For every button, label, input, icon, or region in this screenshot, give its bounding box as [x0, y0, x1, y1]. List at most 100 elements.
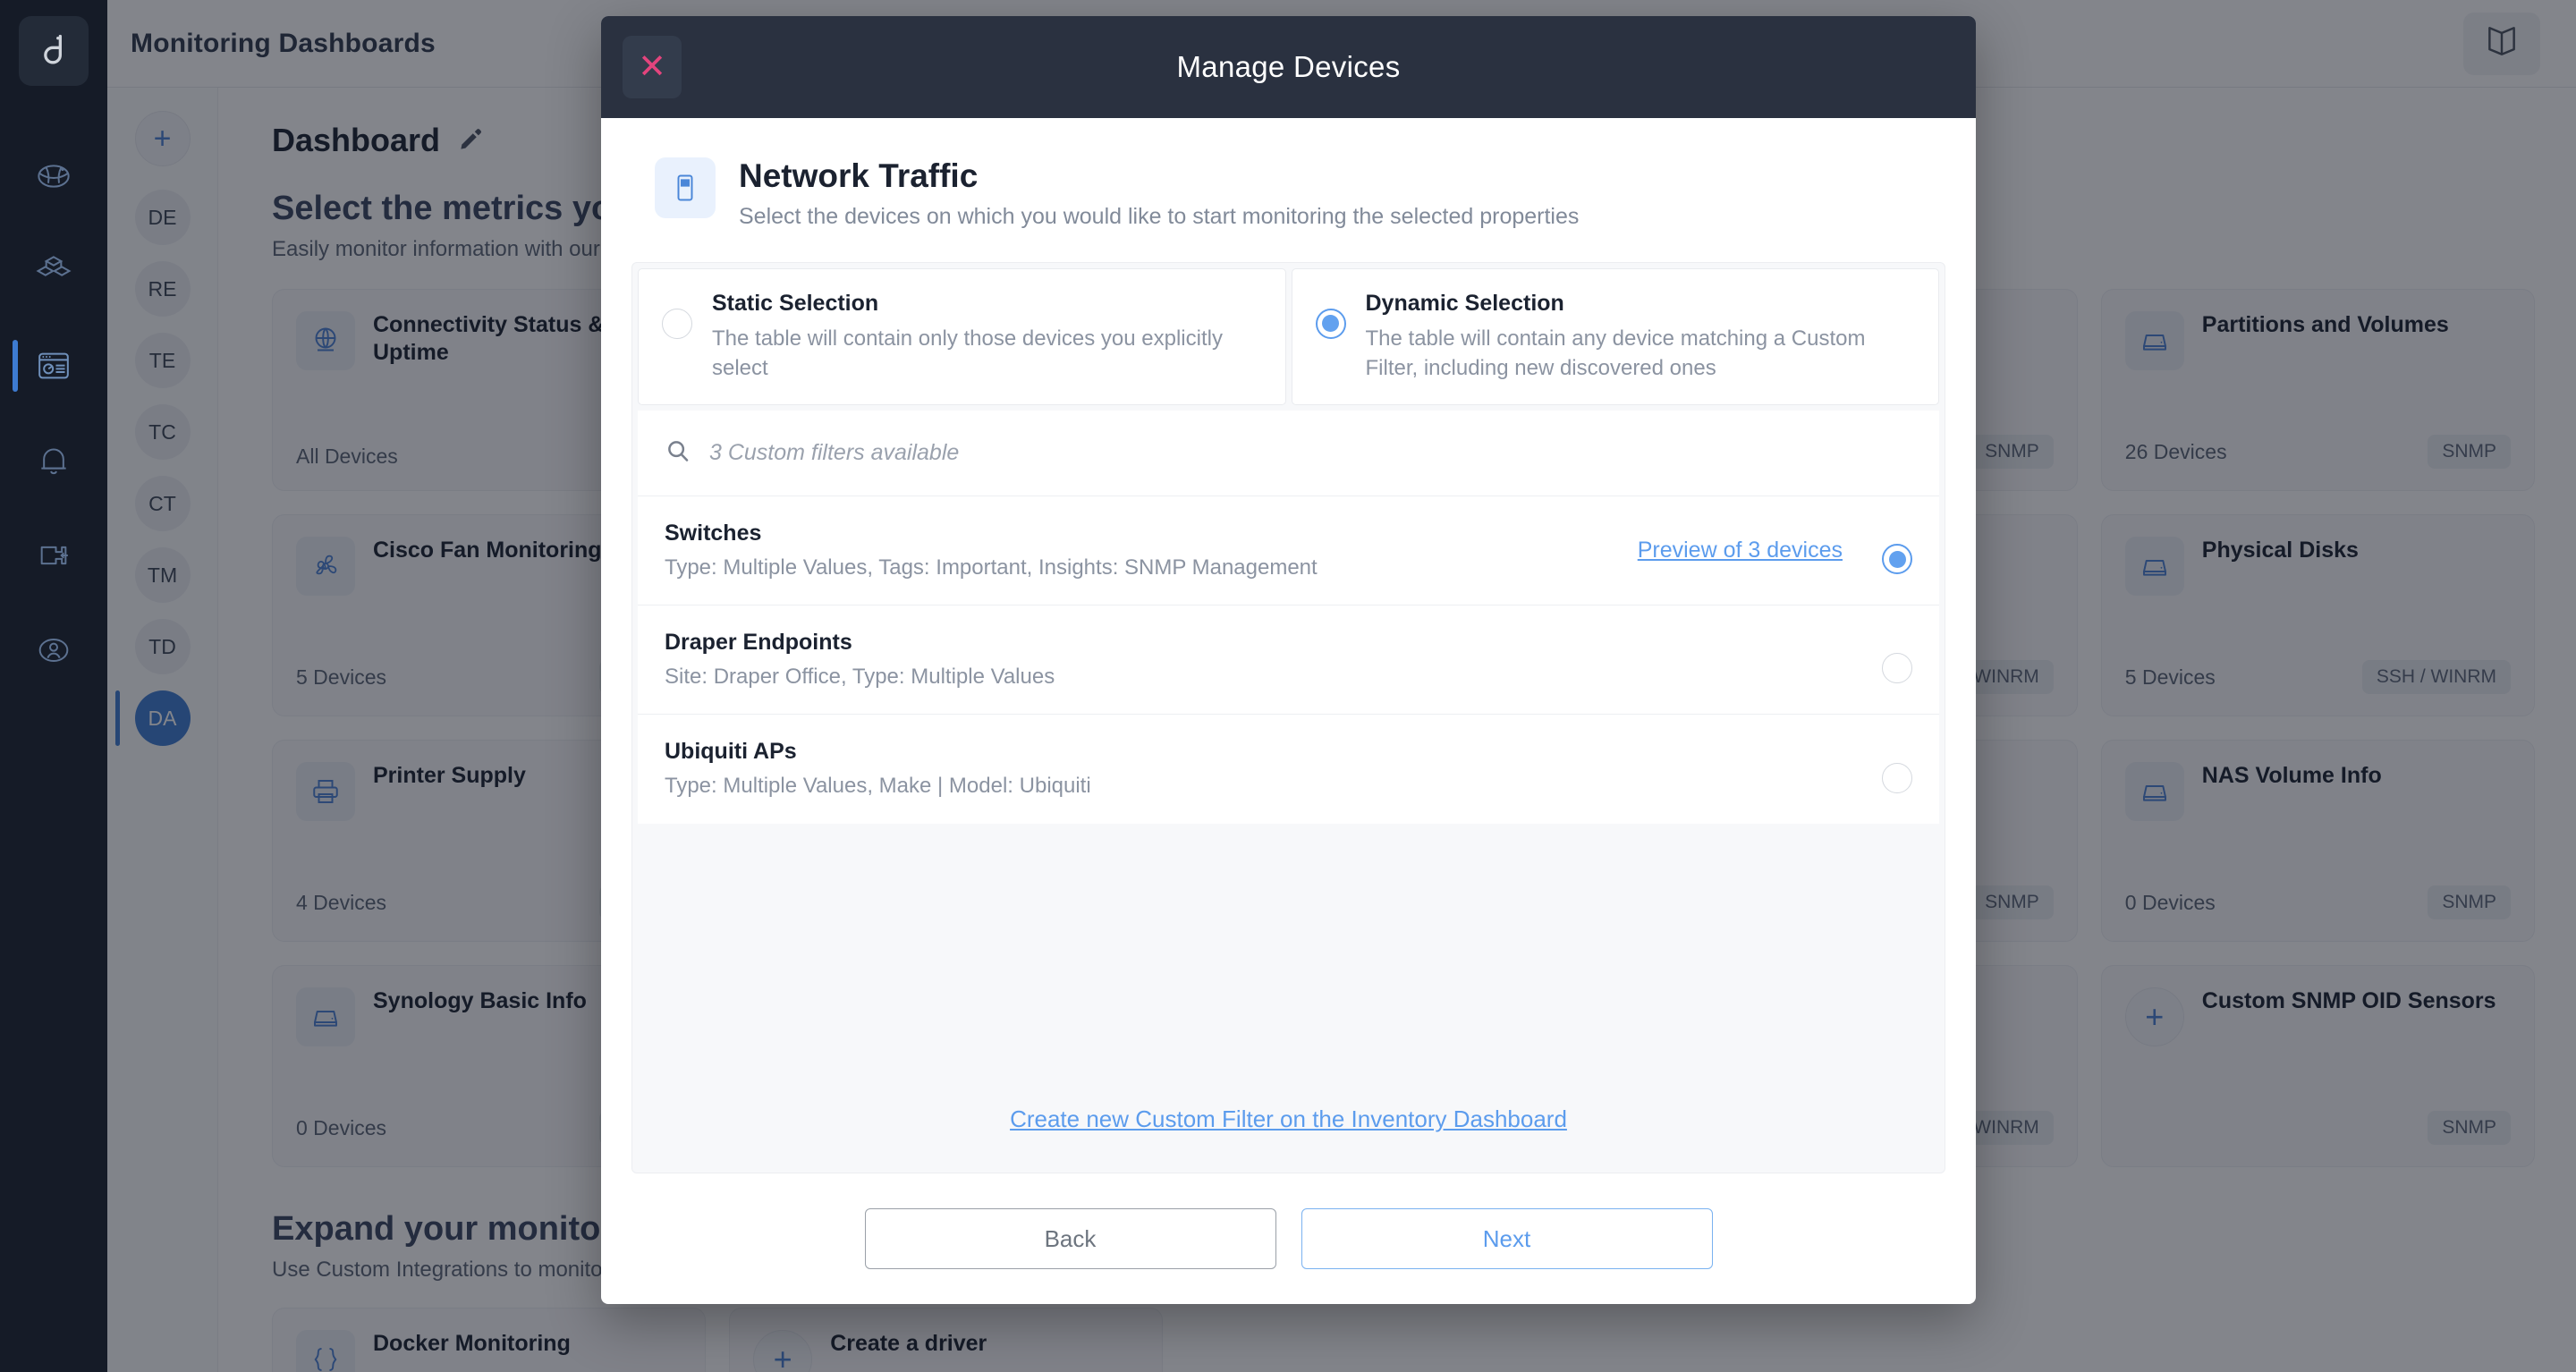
- filter-search-bar[interactable]: [638, 410, 1939, 496]
- selection-mode-label: Static Selection: [712, 290, 879, 316]
- dashboard-avatar-ct[interactable]: CT: [134, 476, 191, 531]
- filter-meta: Type: Multiple Values, Make | Model: Ubi…: [665, 774, 1091, 799]
- dashboard-avatar-da[interactable]: DA: [114, 690, 191, 746]
- metric-card-name: Synology Basic Info: [373, 988, 587, 1013]
- selection-mode-row: Static Selection The table will contain …: [632, 263, 1945, 411]
- metric-card[interactable]: Partitions and Volumes 26 Devices SNMP: [2100, 289, 2535, 491]
- dashboard-avatar-tm[interactable]: TM: [134, 547, 191, 603]
- expand-card[interactable]: + Create a driver: [729, 1308, 1164, 1372]
- radio-filter-ubiquiti-aps[interactable]: [1882, 762, 1912, 793]
- modal-title: Manage Devices: [1176, 50, 1401, 83]
- modal-footer: Back Next: [601, 1173, 1976, 1304]
- dashboard-icon: [36, 348, 72, 384]
- product-description: Select the devices on which you would li…: [739, 203, 1580, 229]
- disk-icon: [2124, 311, 2184, 370]
- metric-card-devices: 5 Devices: [2124, 665, 2216, 689]
- metric-card-name: Physical Disks: [2201, 538, 2359, 563]
- disk-icon: [296, 987, 355, 1046]
- dashboard-avatar-re[interactable]: RE: [134, 261, 191, 317]
- radio-filter-switches[interactable]: [1882, 544, 1912, 575]
- metric-card-name: Printer Supply: [373, 763, 526, 788]
- book-icon: [2483, 22, 2521, 64]
- metric-card-tag: SNMP: [2428, 1111, 2511, 1145]
- custom-filter-list: Switches Type: Multiple Values, Tags: Im…: [638, 495, 1939, 824]
- nav-item-dashboards[interactable]: [0, 318, 107, 413]
- metric-card-devices: All Devices: [296, 445, 398, 468]
- metric-card-devices: 26 Devices: [2124, 439, 2227, 463]
- globe-network-icon: [36, 158, 72, 194]
- disk-icon: [2124, 762, 2184, 821]
- search-input[interactable]: [709, 439, 1912, 466]
- nav-item-account[interactable]: [0, 603, 107, 698]
- selection-mode-label: Dynamic Selection: [1365, 290, 1564, 316]
- metric-card-tag: SNMP: [1970, 435, 2054, 469]
- modal-header: ✕ Manage Devices: [601, 16, 1976, 118]
- selection-mode-dynamic[interactable]: Dynamic Selection The table will contain…: [1291, 267, 1939, 405]
- panel-spacer: [632, 823, 1945, 1080]
- selection-mode-description: The table will contain only those device…: [712, 326, 1223, 380]
- docs-book-button[interactable]: [2463, 12, 2540, 75]
- dashboard-name: Dashboard: [272, 122, 441, 158]
- metric-card-tag: SSH / WINRM: [2361, 660, 2511, 694]
- dashboard-avatar-td[interactable]: TD: [134, 619, 191, 674]
- metric-card-name: NAS Volume Info: [2201, 763, 2382, 788]
- filter-meta: Type: Multiple Values, Tags: Important, …: [665, 555, 1318, 580]
- nav-item-inventory[interactable]: [0, 224, 107, 318]
- metric-card-tag: SNMP: [1970, 885, 2054, 919]
- filter-meta: Site: Draper Office, Type: Multiple Valu…: [665, 664, 1055, 689]
- filter-name: Switches: [665, 520, 762, 546]
- metric-card-tag: SNMP: [2428, 885, 2511, 919]
- metric-card-name: Cisco Fan Monitoring: [373, 538, 602, 563]
- page-title: Monitoring Dashboards: [131, 28, 436, 58]
- radio-filter-draper-endpoints[interactable]: [1882, 653, 1912, 684]
- plugin-icon: [36, 538, 72, 573]
- app-root: Monitoring Dashboards + DE RE TE TC CT T…: [0, 0, 2576, 1372]
- fan-icon: [296, 537, 355, 596]
- pencil-icon[interactable]: [458, 125, 485, 157]
- user-circle-icon: [36, 632, 72, 668]
- nav-item-network[interactable]: [0, 129, 107, 224]
- expand-card-name: Create a driver: [830, 1331, 987, 1356]
- metric-card-devices: 0 Devices: [296, 1115, 386, 1139]
- dashboard-avatar-tc[interactable]: TC: [134, 404, 191, 460]
- filter-row-switches[interactable]: Switches Type: Multiple Values, Tags: Im…: [638, 496, 1939, 606]
- preview-devices-link[interactable]: Preview of 3 devices: [1638, 538, 1843, 563]
- metric-card-devices: 4 Devices: [296, 890, 386, 914]
- radio-dynamic[interactable]: [1315, 308, 1346, 339]
- filter-name: Draper Endpoints: [665, 629, 852, 655]
- product-name: Network Traffic: [739, 157, 979, 194]
- dashboard-avatar-de[interactable]: DE: [134, 190, 191, 245]
- product-header: Network Traffic Select the devices on wh…: [631, 157, 1945, 262]
- search-icon: [665, 437, 691, 469]
- metric-card-devices: 5 Devices: [296, 665, 386, 689]
- primary-nav-rail: [0, 0, 107, 1372]
- nav-item-integrations[interactable]: [0, 508, 107, 603]
- back-button[interactable]: Back: [864, 1208, 1276, 1269]
- filter-name: Ubiquiti APs: [665, 739, 797, 765]
- modal-body: Network Traffic Select the devices on wh…: [601, 118, 1976, 1173]
- manage-devices-modal: ✕ Manage Devices Network Traffic Select …: [601, 16, 1976, 1304]
- app-logo[interactable]: [19, 16, 89, 86]
- dashboard-avatar-te[interactable]: TE: [134, 333, 191, 388]
- metric-card[interactable]: + Custom SNMP OID Sensors SNMP: [2100, 965, 2535, 1167]
- next-button[interactable]: Next: [1301, 1208, 1713, 1269]
- selection-mode-static[interactable]: Static Selection The table will contain …: [638, 267, 1286, 405]
- metric-card[interactable]: Physical Disks 5 Devices SSH / WINRM: [2100, 514, 2535, 716]
- bell-icon: [36, 443, 72, 479]
- radio-static[interactable]: [662, 308, 692, 339]
- nav-item-alerts[interactable]: [0, 413, 107, 508]
- filter-row-ubiquiti-aps[interactable]: Ubiquiti APs Type: Multiple Values, Make…: [638, 715, 1939, 824]
- add-dashboard-button[interactable]: +: [134, 111, 191, 166]
- plus-icon: +: [753, 1330, 813, 1372]
- metric-card-name: Custom SNMP OID Sensors: [2201, 988, 2496, 1013]
- selection-panel: Static Selection The table will contain …: [631, 261, 1945, 1173]
- close-icon[interactable]: ✕: [623, 36, 682, 98]
- disk-icon: [2124, 537, 2184, 596]
- metric-card[interactable]: NAS Volume Info 0 Devices SNMP: [2100, 740, 2535, 942]
- metric-card-name: Partitions and Volumes: [2201, 312, 2449, 337]
- create-custom-filter-link[interactable]: Create new Custom Filter on the Inventor…: [1010, 1105, 1567, 1132]
- metric-card-devices: 0 Devices: [2124, 890, 2216, 914]
- globe-icon: [296, 311, 355, 370]
- expand-card[interactable]: Docker Monitoring: [272, 1308, 707, 1372]
- filter-row-draper-endpoints[interactable]: Draper Endpoints Site: Draper Office, Ty…: [638, 606, 1939, 715]
